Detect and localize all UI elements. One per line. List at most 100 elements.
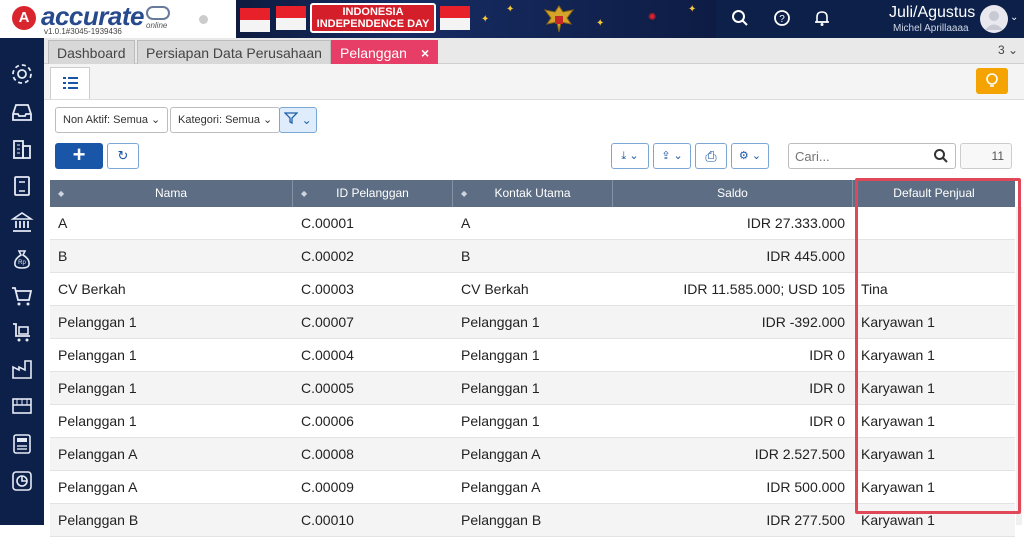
sort-icon[interactable]: ◆	[461, 180, 467, 207]
cell-id-pelanggan: C.00008	[301, 446, 354, 462]
add-button[interactable]: +	[55, 143, 103, 169]
search-icon[interactable]	[933, 148, 949, 164]
cell-id-pelanggan: C.00005	[301, 380, 354, 396]
cell-nama: Pelanggan 1	[58, 314, 137, 330]
building-icon[interactable]	[10, 137, 34, 161]
cell-default-penjual: Tina	[861, 281, 888, 297]
cell-kontak-utama: Pelanggan A	[461, 479, 541, 495]
cell-id-pelanggan: C.00004	[301, 347, 354, 363]
table-row[interactable]: Pelanggan 1 C.00006 Pelanggan 1 IDR 0 Karyaw…	[50, 405, 1015, 438]
cell-id-pelanggan: C.00009	[301, 479, 354, 495]
tab-dashboard[interactable]: Dashboard	[48, 40, 135, 64]
logo-online: online	[146, 21, 168, 30]
sort-icon[interactable]: ◆	[58, 180, 64, 207]
cell-id-pelanggan: C.00010	[301, 512, 354, 528]
cell-id-pelanggan: C.00007	[301, 314, 354, 330]
warehouse-icon[interactable]	[10, 394, 34, 418]
table-row[interactable]: Pelanggan A C.00008 Pelanggan A IDR 2.527.5…	[50, 438, 1015, 471]
app-logo[interactable]: A accurate online v1.0.1#3045-1939436	[0, 0, 236, 38]
sub-toolbar	[44, 64, 1024, 100]
cell-kontak-utama: B	[461, 248, 471, 264]
cell-nama: A	[58, 215, 68, 231]
search-icon[interactable]	[730, 9, 750, 29]
cart-icon[interactable]	[10, 284, 34, 308]
column-header-default-penjual[interactable]: Default Penjual	[853, 180, 1015, 207]
cell-nama: Pelanggan A	[58, 479, 138, 495]
bank-icon[interactable]	[10, 210, 34, 234]
star-icon: ✦	[688, 4, 697, 15]
cell-kontak-utama: Pelanggan 1	[461, 413, 540, 429]
tab-bar: Dashboard Persiapan Data Perusahaan Pela…	[44, 38, 1024, 64]
column-header-saldo[interactable]: Saldo	[613, 180, 853, 207]
cell-saldo: IDR 0	[809, 347, 845, 363]
non-aktif-filter[interactable]: Non Aktif: Semua ⌄	[55, 107, 169, 133]
sidebar: Rp	[0, 38, 44, 525]
export-button[interactable]: ⇪ ⌄	[653, 143, 691, 169]
table-row[interactable]: B C.00002 B IDR 445.000	[50, 240, 1015, 273]
tab-label: Pelanggan	[340, 45, 407, 61]
tab-persiapan-data[interactable]: Persiapan Data Perusahaan	[137, 40, 331, 64]
cell-saldo: IDR 11.585.000; USD 105	[683, 281, 845, 297]
settings-button[interactable]: ⚙ ⌄	[731, 143, 769, 169]
shopping-cart-icon[interactable]	[10, 321, 34, 345]
table-row[interactable]: A C.00001 A IDR 27.333.000	[50, 207, 1015, 240]
print-button[interactable]: ⎙	[695, 143, 727, 169]
tab-count[interactable]: 3 ⌄	[998, 43, 1018, 57]
bell-icon[interactable]	[812, 9, 832, 29]
column-header-id-pelanggan[interactable]: ◆ ID Pelanggan	[293, 180, 453, 207]
svg-text:?: ?	[779, 14, 785, 25]
scrollbar[interactable]	[1016, 207, 1022, 525]
search-input[interactable]	[789, 144, 929, 168]
tab-pelanggan[interactable]: Pelanggan ×	[331, 40, 439, 64]
chevron-down-icon[interactable]: ⌄	[1010, 12, 1018, 23]
cell-nama: Pelanggan 1	[58, 347, 137, 363]
factory-icon[interactable]	[10, 357, 34, 381]
cell-nama: B	[58, 248, 68, 264]
table-row[interactable]: Pelanggan 1 C.00004 Pelanggan 1 IDR 0 Karyaw…	[50, 339, 1015, 372]
book-icon[interactable]	[10, 174, 34, 198]
table-row[interactable]: Pelanggan A C.00009 Pelanggan A IDR 500.000…	[50, 471, 1015, 504]
user-name[interactable]: Juli/Agustus	[889, 4, 975, 22]
flag-icon	[240, 8, 270, 32]
cell-kontak-utama: A	[461, 215, 471, 231]
cell-nama: Pelanggan B	[58, 512, 139, 528]
table-row[interactable]: Pelanggan 1 C.00005 Pelanggan 1 IDR 0 Karyaw…	[50, 372, 1015, 405]
cell-default-penjual: Karyawan 1	[861, 314, 935, 330]
cell-saldo: IDR 2.527.500	[754, 446, 845, 462]
cell-default-penjual: Karyawan 1	[861, 380, 935, 396]
tips-button[interactable]	[976, 68, 1008, 94]
cell-kontak-utama: Pelanggan 1	[461, 314, 540, 330]
download-button[interactable]: ⤓ ⌄	[611, 143, 649, 169]
money-bag-icon[interactable]: Rp	[10, 247, 34, 271]
advanced-filter-button[interactable]: ⌄	[279, 107, 317, 133]
column-header-nama[interactable]: ◆ Nama	[50, 180, 293, 207]
top-bar: A accurate online v1.0.1#3045-1939436 IN…	[0, 0, 1024, 38]
svg-text:Rp: Rp	[18, 260, 26, 266]
inbox-tray-icon[interactable]	[10, 100, 34, 124]
list-view-button[interactable]	[50, 67, 90, 99]
avatar[interactable]	[980, 5, 1008, 33]
help-icon[interactable]: ?	[772, 9, 792, 29]
refresh-button[interactable]: ↻	[107, 143, 139, 169]
kategori-filter[interactable]: Kategori: Semua ⌄	[170, 107, 281, 133]
star-icon: ✦	[596, 18, 605, 29]
status-dot-icon	[199, 15, 208, 24]
chart-icon[interactable]	[10, 469, 34, 493]
sort-icon[interactable]: ◆	[301, 180, 307, 207]
flag-icon	[276, 6, 306, 30]
firework-icon: ✺	[648, 12, 657, 23]
cell-kontak-utama: Pelanggan A	[461, 446, 541, 462]
tax-icon[interactable]	[10, 432, 34, 456]
column-header-kontak-utama[interactable]: ◆ Kontak Utama	[453, 180, 613, 207]
cell-saldo: IDR 500.000	[766, 479, 845, 495]
search-box	[788, 143, 956, 169]
banner-title: INDONESIA INDEPENDENCE DAY	[310, 3, 436, 33]
close-icon[interactable]: ×	[421, 45, 429, 61]
lightbulb-icon	[986, 73, 998, 87]
table-row[interactable]: Pelanggan 1 C.00007 Pelanggan 1 IDR -392.00…	[50, 306, 1015, 339]
cell-id-pelanggan: C.00001	[301, 215, 354, 231]
table-row[interactable]: Pelanggan B C.00010 Pelanggan B IDR 277.500…	[50, 504, 1015, 537]
table-row[interactable]: CV Berkah C.00003 CV Berkah IDR 11.585.000;…	[50, 273, 1015, 306]
star-icon: ✦	[506, 4, 515, 15]
gear-icon[interactable]	[10, 62, 34, 86]
